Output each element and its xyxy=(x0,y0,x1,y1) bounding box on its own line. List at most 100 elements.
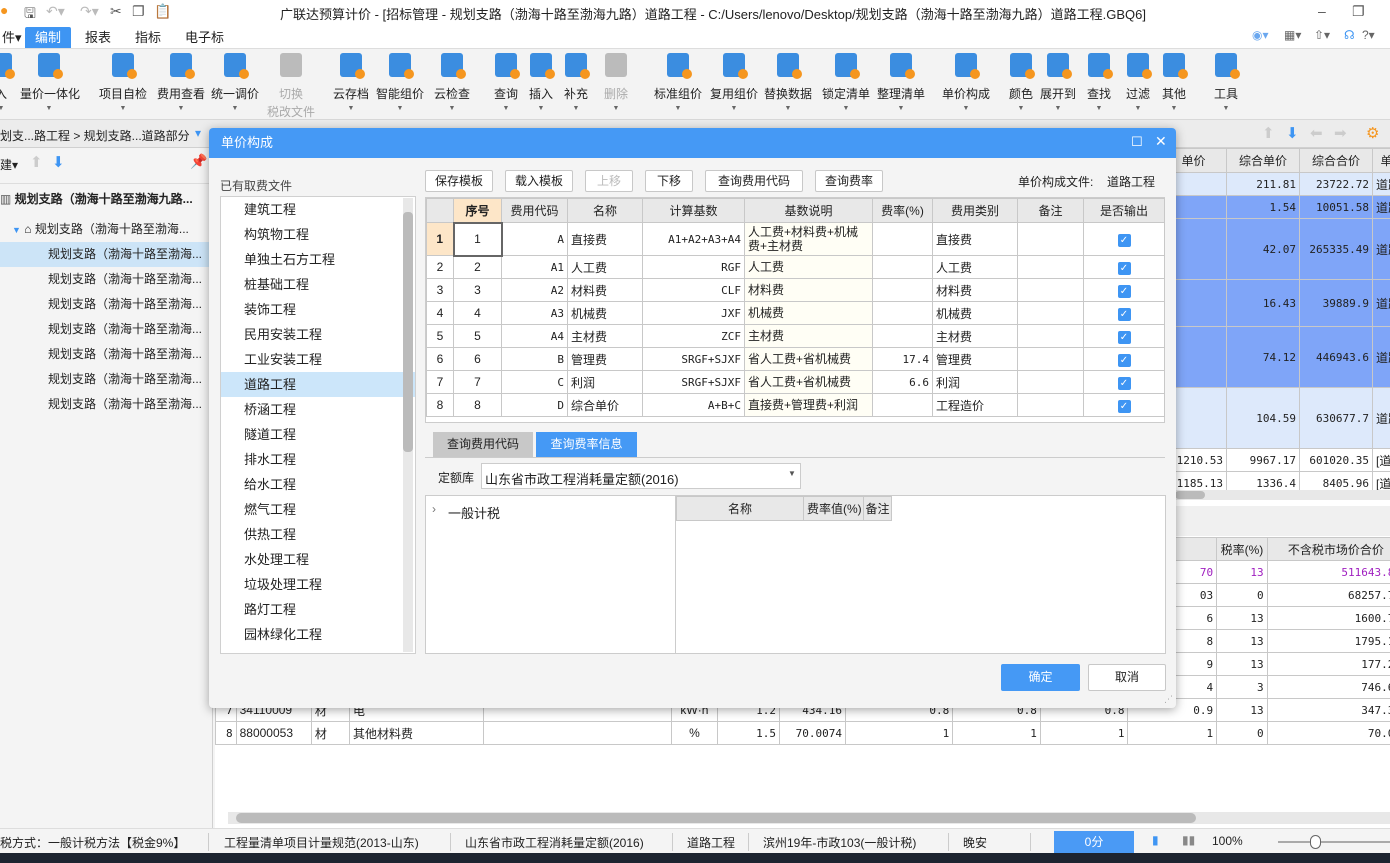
composition-col-header[interactable]: 基数说明 xyxy=(744,198,873,223)
chevron-right-icon[interactable]: › xyxy=(432,502,436,516)
fee-file-item[interactable]: 水处理工程 xyxy=(221,547,415,572)
composition-col-header[interactable]: 费用类别 xyxy=(932,198,1018,223)
composition-row[interactable]: 8 8 D 综合单价 A+B+C 直接费+管理费+利润 工程造价 ✓ xyxy=(426,393,1165,417)
lower-hscrollbar[interactable] xyxy=(228,812,1390,824)
fee-file-item[interactable]: 供热工程 xyxy=(221,522,415,547)
output-checkbox-cell[interactable]: ✓ xyxy=(1083,301,1165,325)
table-row[interactable]: 1210.53 9967.17 601020.35 [道 xyxy=(1160,448,1390,472)
tree-unit[interactable]: ▼ ⌂ 规划支路（渤海十路至渤海... xyxy=(0,217,213,242)
upper-col-header[interactable]: 综合单价 xyxy=(1226,148,1300,173)
cut-icon[interactable]: ✂ xyxy=(110,3,122,20)
status-project-type[interactable]: 道路工程 xyxy=(687,834,735,851)
table-row[interactable]: 16.4339889.9道路 xyxy=(1160,279,1390,327)
fee-file-item[interactable]: 桩基础工程 xyxy=(221,272,415,297)
fee-file-item[interactable]: 民用安装工程 xyxy=(221,322,415,347)
fee-file-item[interactable]: 建筑工程 xyxy=(221,197,415,222)
status-rate-file[interactable]: 滨州19年-市政103(一般计税) xyxy=(763,834,916,851)
ribbon-button-cloud-check[interactable]: 云检查 ▼ xyxy=(423,53,481,114)
fee-file-item[interactable]: 路灯工程 xyxy=(221,597,415,622)
pin-icon[interactable]: 📌 xyxy=(190,153,207,170)
composition-row[interactable]: 2 2 A1 人工费 RGF 人工费 人工费 ✓ xyxy=(426,255,1165,279)
composition-col-header[interactable] xyxy=(426,198,454,223)
output-checkbox-cell[interactable]: ✓ xyxy=(1083,255,1165,279)
fee-file-item[interactable]: 隧道工程 xyxy=(221,422,415,447)
tree-general-tax[interactable]: 一般计税 xyxy=(448,503,500,522)
help-icon[interactable]: ?▾ xyxy=(1362,28,1375,42)
zoom-slider-handle[interactable] xyxy=(1310,835,1321,849)
tree-item[interactable]: 规划支路（渤海十路至渤海... xyxy=(0,292,213,317)
ribbon-button-tools[interactable]: 工具 ▼ xyxy=(1197,53,1255,114)
checkbox-checked-icon[interactable]: ✓ xyxy=(1117,353,1131,367)
tree-down-icon[interactable]: ⬇ xyxy=(52,153,65,171)
composition-row[interactable]: 3 3 A2 材料费 CLF 材料费 材料费 ✓ xyxy=(426,278,1165,302)
tree-up-icon[interactable]: ⬆ xyxy=(30,153,43,171)
new-button[interactable]: 建▾ xyxy=(0,156,18,173)
copy-icon[interactable]: ❐ xyxy=(132,3,145,20)
composition-row[interactable]: 1 1 A 直接费 A1+A2+A3+A4 人工费+材料费+机械费+主材费 直接费 ✓ xyxy=(426,221,1165,257)
ribbon-button-standard-price[interactable]: 标准组价 ▼ xyxy=(649,53,707,114)
menu-ebid[interactable]: 电子标 xyxy=(175,27,234,48)
load-template-button[interactable]: 载入模板 xyxy=(505,170,573,192)
move-down-button[interactable]: 下移 xyxy=(645,170,693,192)
composition-col-header[interactable]: 计算基数 xyxy=(642,198,745,223)
resize-grip-icon[interactable]: ⋰ xyxy=(1164,694,1173,705)
grid-icon[interactable]: ▦▾ xyxy=(1284,28,1301,42)
ribbon-button-reuse-price[interactable]: 复用组价 ▼ xyxy=(705,53,763,114)
checkbox-checked-icon[interactable]: ✓ xyxy=(1117,376,1131,390)
ribbon-button-smart-price[interactable]: 智能组价 ▼ xyxy=(371,53,429,114)
ribbon-button-replace[interactable]: 替换数据 ▼ xyxy=(759,53,817,114)
view-mode-2-icon[interactable]: ▮▮ xyxy=(1182,833,1195,847)
fee-file-item[interactable]: 园林绿化工程 xyxy=(221,622,415,647)
upper-col-header[interactable]: 综合合价 xyxy=(1299,148,1373,173)
score-button[interactable]: 0分 xyxy=(1054,831,1134,853)
ribbon-button-unit-price[interactable]: 单价构成 ▼ xyxy=(937,53,995,114)
tree-item[interactable]: 规划支路（渤海十路至渤海... xyxy=(0,367,213,392)
composition-row[interactable]: 5 5 A4 主材费 ZCF 主材费 主材费 ✓ xyxy=(426,324,1165,348)
redo-icon[interactable]: ↷▾ xyxy=(80,3,99,20)
close-icon[interactable]: ✕ xyxy=(1155,133,1167,150)
ribbon-button-price-adjust[interactable]: 统一调价 ▼ xyxy=(206,53,264,114)
ok-button[interactable]: 确定 xyxy=(1001,664,1080,691)
fee-file-item[interactable]: 工业安装工程 xyxy=(221,347,415,372)
ribbon-button-switch-tax[interactable]: 切换 税改文件 xyxy=(262,53,320,120)
composition-col-header[interactable]: 名称 xyxy=(567,198,643,223)
checkbox-checked-icon[interactable]: ✓ xyxy=(1117,233,1131,247)
zoom-slider[interactable] xyxy=(1278,841,1390,843)
breadcrumb[interactable]: 划支...路工程 > 规划支路...道路部分 xyxy=(0,127,190,144)
output-checkbox-cell[interactable]: ✓ xyxy=(1083,370,1165,394)
fee-file-item[interactable]: 道路工程 xyxy=(221,372,415,397)
fee-file-item[interactable]: 垃圾处理工程 xyxy=(221,572,415,597)
checkbox-checked-icon[interactable]: ✓ xyxy=(1117,399,1131,413)
composition-col-header[interactable]: 费率(%) xyxy=(872,198,933,223)
composition-col-header[interactable]: 序号 xyxy=(453,198,502,223)
undo-icon[interactable]: ↶▾ xyxy=(46,3,65,20)
menu-report[interactable]: 报表 xyxy=(75,27,121,48)
headset-icon[interactable]: ☊ xyxy=(1344,28,1355,42)
tree-item[interactable]: 规划支路（渤海十路至渤海... xyxy=(0,267,213,292)
checkbox-checked-icon[interactable]: ✓ xyxy=(1117,307,1131,321)
tab-query-rate-info[interactable]: 查询费率信息 xyxy=(536,432,637,457)
tree-root[interactable]: ▥ 规划支路（渤海十路至渤海九路... xyxy=(0,187,213,212)
output-checkbox-cell[interactable]: ✓ xyxy=(1083,347,1165,371)
composition-col-header[interactable]: 是否输出 xyxy=(1083,198,1165,223)
quota-select[interactable]: 山东省市政工程消耗量定额(2016) ▼ xyxy=(481,463,801,489)
restore-button[interactable]: ❐ xyxy=(1352,3,1365,20)
table-row[interactable]: 42.07265335.49道路 xyxy=(1160,218,1390,280)
move-up-button[interactable]: 上移 xyxy=(585,170,633,192)
composition-col-header[interactable]: 备注 xyxy=(1017,198,1084,223)
menu-index[interactable]: 指标 xyxy=(125,27,171,48)
menu-edit[interactable]: 编制 xyxy=(25,27,72,48)
lower-col-header[interactable]: 不含税市场价合价 xyxy=(1266,537,1390,561)
composition-row[interactable]: 4 4 A3 机械费 JXF 机械费 机械费 ✓ xyxy=(426,301,1165,325)
paste-icon[interactable]: 📋 xyxy=(154,3,171,20)
table-row[interactable]: 1.5410051.58道路 xyxy=(1160,195,1390,219)
checkbox-checked-icon[interactable]: ✓ xyxy=(1117,330,1131,344)
minimize-button[interactable]: – xyxy=(1318,3,1326,19)
user-icon[interactable]: ◉▾ xyxy=(1252,28,1269,42)
composition-row[interactable]: 7 7 C 利润 SRGF+SJXF 省人工费+省机械费 6.6 利润 ✓ xyxy=(426,370,1165,394)
view-mode-1-icon[interactable]: ▮ xyxy=(1152,833,1159,847)
ribbon-button-fee-view[interactable]: 费用查看 ▼ xyxy=(152,53,210,114)
lower-col-header[interactable]: 税率(%) xyxy=(1216,537,1268,561)
tree-item[interactable]: 规划支路（渤海十路至渤海... xyxy=(0,317,213,342)
expand-arrow-icon[interactable]: ▼ xyxy=(12,225,21,235)
